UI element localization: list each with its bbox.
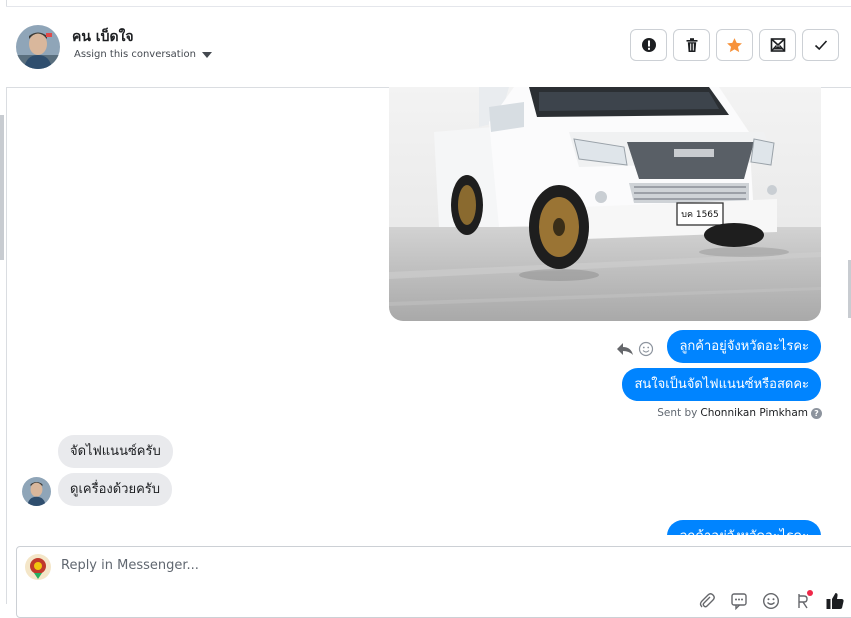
outgoing-message-partial[interactable]: ลูกค้าอยู่จังหวัดอะไรคะ (667, 520, 821, 535)
delete-button[interactable] (673, 29, 710, 61)
trash-icon (686, 38, 697, 52)
exclamation-circle-icon (641, 38, 656, 52)
mark-unread-button[interactable] (759, 29, 796, 61)
outgoing-message[interactable]: ลูกค้าอยู่จังหวัดอะไรคะ (667, 330, 821, 363)
help-icon[interactable]: ? (811, 407, 822, 419)
envelope-icon (770, 38, 785, 52)
appointment-icon[interactable] (793, 590, 813, 611)
assign-label: Assign this conversation (74, 49, 196, 60)
react-emoji-icon[interactable] (638, 341, 654, 357)
message-hover-actions (616, 341, 654, 357)
header-actions (630, 29, 839, 61)
incoming-message[interactable]: ดูเครื่องด้วยครับ (58, 473, 173, 506)
reply-input[interactable] (61, 558, 661, 573)
composer-tools (697, 590, 845, 611)
reply-icon[interactable] (616, 341, 634, 357)
spam-button[interactable] (630, 29, 667, 61)
checkmark-icon (814, 40, 827, 51)
conversation-header: คน เบ็ดใจ Assign this conversation (6, 6, 851, 88)
message-thread: บค 1565 ลูกค้าอยู่จังหวัดอะไรคะ สนใจเป็น… (6, 87, 851, 535)
saved-reply-icon[interactable] (729, 591, 749, 611)
outgoing-message[interactable]: สนใจเป็นจัดไฟแนนซ์หรือสดคะ (622, 368, 821, 401)
star-icon (727, 37, 742, 52)
reply-composer (16, 546, 851, 618)
star-button[interactable] (716, 29, 753, 61)
shared-car-photo[interactable]: บค 1565 (389, 87, 821, 321)
contact-avatar[interactable] (16, 25, 60, 69)
contact-name[interactable]: คน เบ็ดใจ (72, 26, 134, 48)
sent-by-note: Sent by Chonnikan Pimkham ? (657, 407, 822, 419)
incoming-message[interactable]: จัดไฟแนนซ์ครับ (58, 435, 173, 468)
sent-by-agent: Chonnikan Pimkham (700, 407, 808, 419)
paperclip-icon[interactable] (697, 591, 717, 611)
page-avatar (25, 554, 51, 580)
notification-dot (807, 590, 813, 596)
left-scrollbar[interactable] (0, 115, 4, 260)
caret-down-icon (201, 51, 212, 58)
done-button[interactable] (802, 29, 839, 61)
license-plate-text: บค 1565 (681, 210, 719, 220)
contact-avatar-small[interactable] (22, 477, 51, 506)
like-icon[interactable] (825, 591, 845, 611)
emoji-icon[interactable] (761, 591, 781, 611)
sent-by-prefix: Sent by (657, 407, 698, 419)
assign-conversation-dropdown[interactable]: Assign this conversation (74, 49, 212, 60)
